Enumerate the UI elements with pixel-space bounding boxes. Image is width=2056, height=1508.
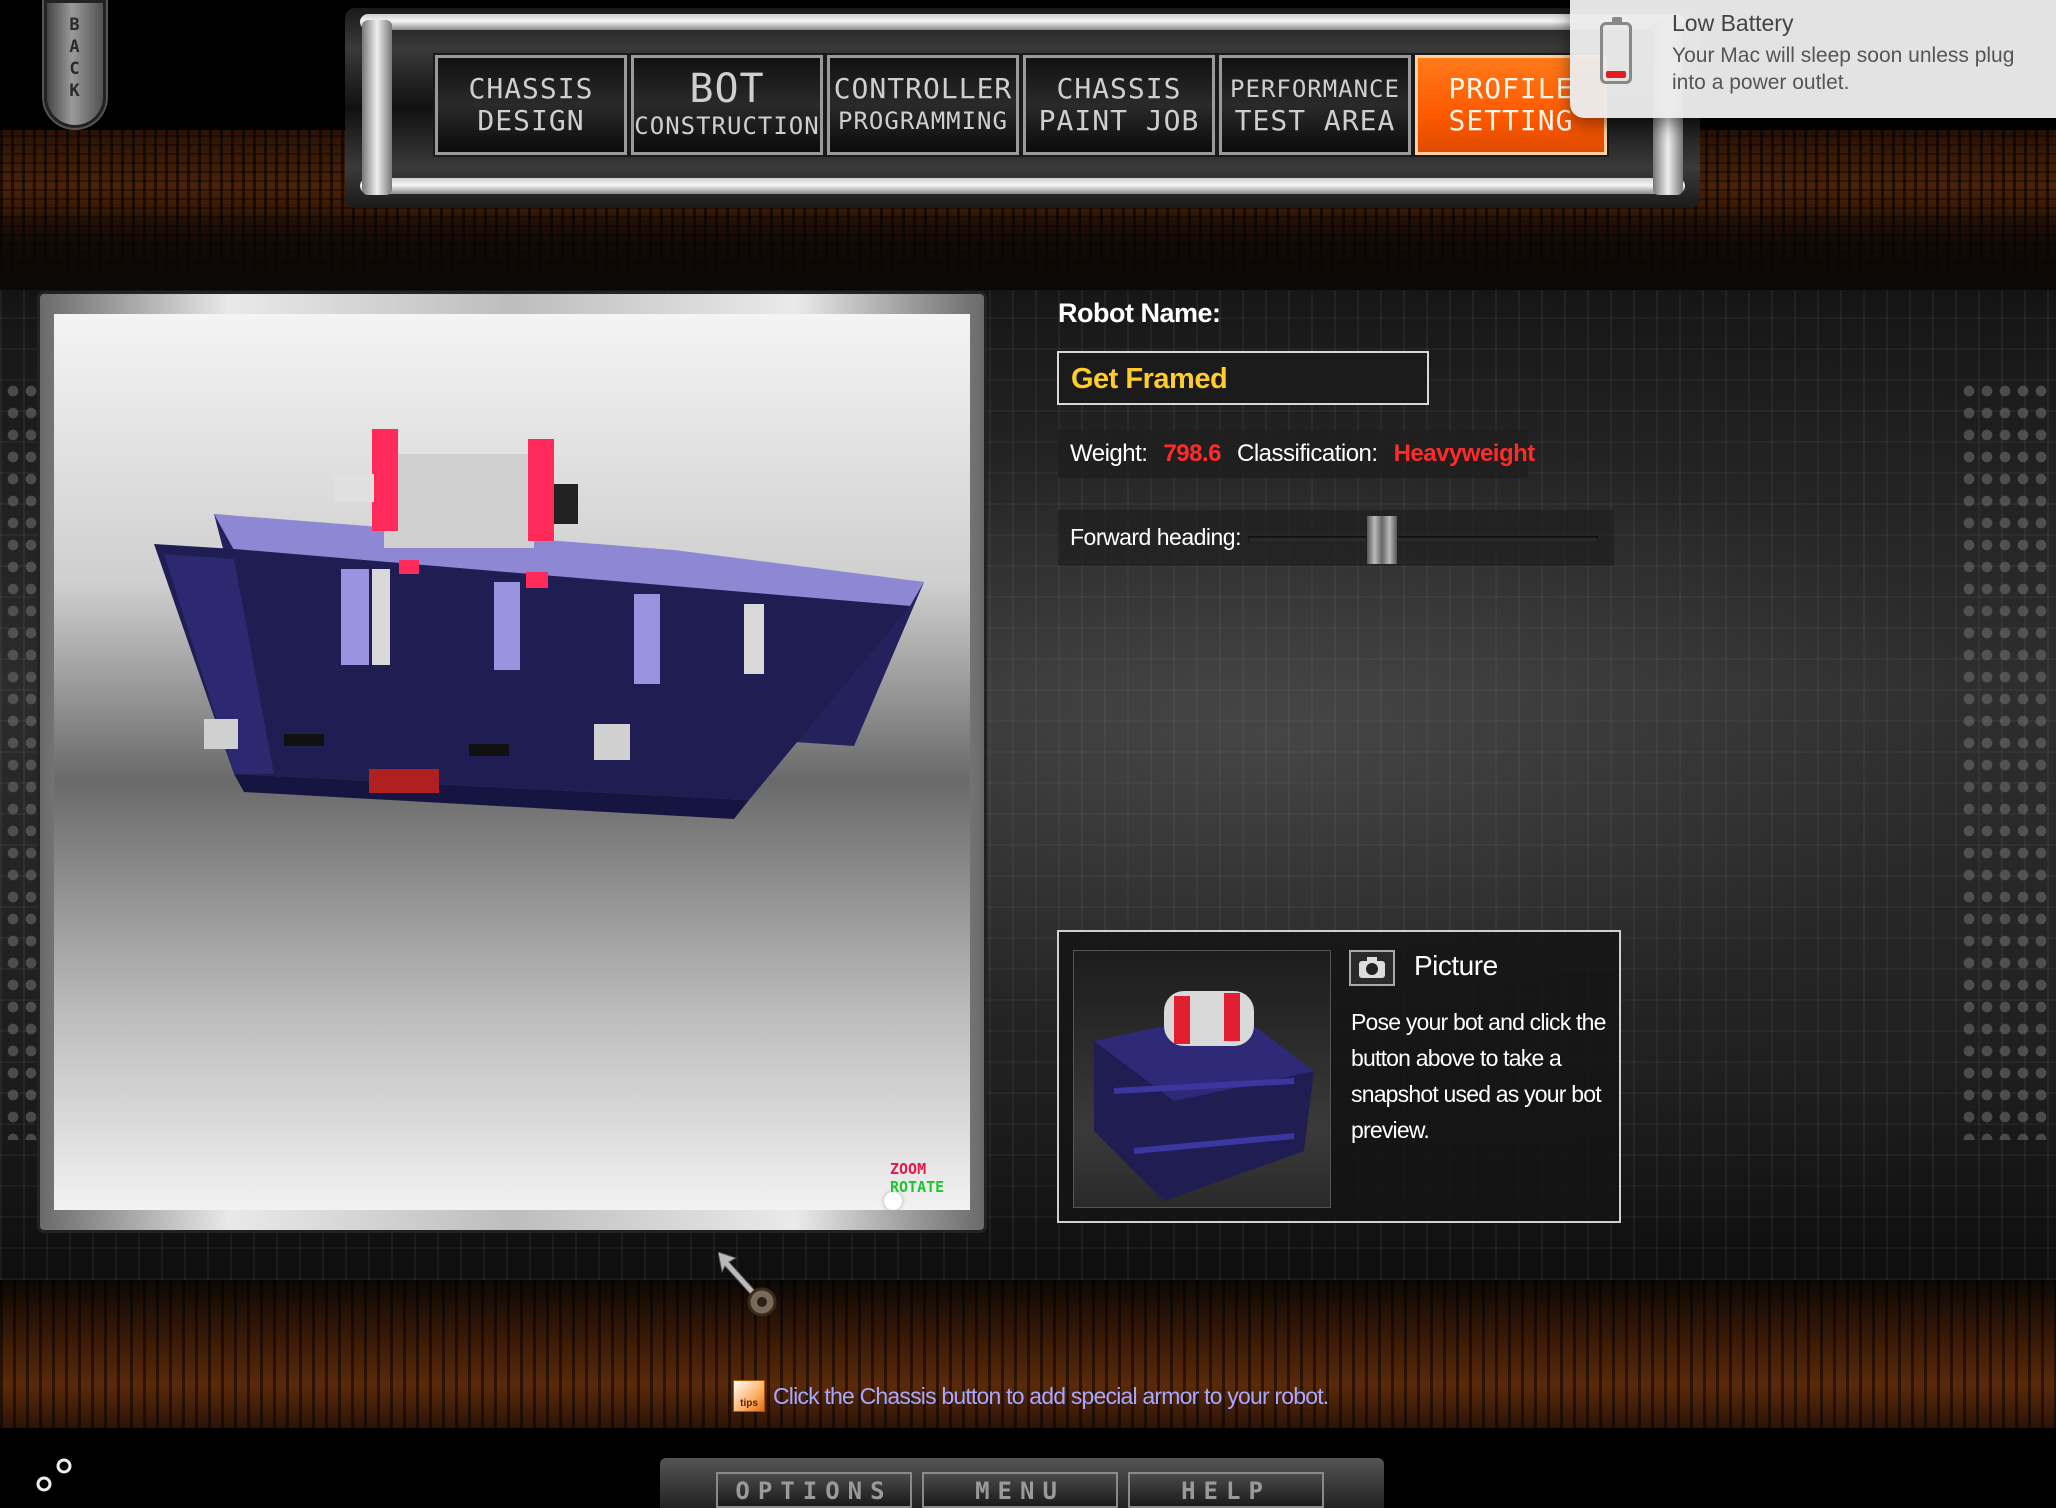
classification-label: Classification:	[1237, 440, 1378, 467]
tab-label-line1: CONTROLLER	[833, 72, 1013, 105]
tab-label-line2: TEST AREA	[1234, 104, 1396, 137]
nav-rail-bottom	[360, 178, 1685, 194]
picture-description: Pose your bot and click the button above…	[1351, 1009, 1606, 1143]
robot-axle-left	[334, 474, 374, 502]
tab-label-line1: PERFORMANCE	[1230, 75, 1400, 103]
frame-strut	[634, 594, 660, 684]
nav-side-bracket-left	[362, 20, 392, 195]
robot-gear-right	[554, 484, 578, 524]
robot-3d-viewport[interactable]	[54, 314, 970, 1210]
robot-drum-cap-left	[372, 429, 398, 531]
zoom-rotate-hint: ZOOM ROTATE	[890, 1160, 944, 1196]
robot-name-label: Robot Name:	[1058, 298, 1221, 328]
gear-cursor-icon	[718, 1252, 777, 1317]
robot-front-block	[204, 719, 238, 749]
battery-level-fill	[1606, 71, 1626, 78]
robot-front-slot	[469, 744, 509, 756]
picture-panel: Picture Pose your bot and click the butt…	[1057, 930, 1621, 1223]
robot-drum	[384, 454, 534, 548]
top-nav-tabs: CHASSIS DESIGN BOT CONSTRUCTION CONTROLL…	[433, 53, 1611, 157]
tab-bot-construction[interactable]: BOT CONSTRUCTION	[629, 53, 825, 157]
back-button-label: B A C K	[69, 15, 81, 101]
zoom-hint-label: ZOOM	[890, 1160, 927, 1178]
circuit-dots-right	[1960, 380, 2050, 1140]
picture-title: Picture	[1414, 950, 1498, 981]
tab-label-line1: CHASSIS	[468, 72, 594, 105]
notification-body-line1: Your Mac will sleep soon unless plug	[1672, 44, 2015, 67]
tab-label-line1: PROFILE	[1448, 72, 1574, 105]
robot-front-block	[594, 724, 630, 760]
robot-snapshot-preview	[1073, 950, 1331, 1208]
menu-button[interactable]: MENU	[922, 1472, 1118, 1508]
tab-label-line1: CHASSIS	[1056, 72, 1182, 105]
tab-chassis-design[interactable]: CHASSIS DESIGN	[433, 53, 629, 157]
forward-heading-slider[interactable]	[1248, 515, 1598, 565]
frame-strut	[372, 569, 390, 665]
tab-performance-test-area[interactable]: PERFORMANCE TEST AREA	[1217, 53, 1413, 157]
options-button[interactable]: OPTIONS	[716, 1472, 912, 1508]
battery-icon	[1600, 17, 1632, 84]
frame-strut	[744, 604, 764, 674]
loading-spinner-icon	[36, 1458, 72, 1492]
weight-value: 798.6	[1163, 440, 1221, 467]
tab-label-line2: PAINT JOB	[1038, 104, 1200, 137]
tip-bar: tips Click the Chassis button to add spe…	[733, 1380, 1329, 1412]
forward-heading-row: Forward heading:	[1058, 510, 1614, 566]
circuit-dots-left	[4, 380, 44, 1140]
robot-snapshot-image	[1094, 991, 1314, 1201]
tab-chassis-paint-job[interactable]: CHASSIS PAINT JOB	[1021, 53, 1217, 157]
robot-stats-row: Weight: 798.6 Classification: Heavyweigh…	[1058, 430, 1535, 478]
robot-drum-cap-right	[528, 439, 554, 541]
forward-heading-slider-thumb[interactable]	[1366, 515, 1398, 565]
tip-text: Click the Chassis button to add special …	[773, 1382, 1329, 1409]
robot-3d-model	[154, 429, 924, 819]
robot-red-part	[399, 560, 419, 574]
classification-value: Heavyweight	[1393, 440, 1536, 467]
tab-label-line2: SETTING	[1448, 104, 1574, 137]
frame-strut	[341, 569, 369, 665]
dark-band	[0, 215, 2056, 290]
tab-label-line2: CONSTRUCTION	[634, 112, 820, 140]
robot-name-input[interactable]: Get Framed	[1057, 351, 1429, 405]
nav-rail-top	[360, 14, 1685, 30]
notification-title: Low Battery	[1672, 10, 1794, 36]
tab-label-line1: BOT	[689, 66, 765, 112]
robot-red-part	[526, 572, 548, 588]
robot-red-panel	[369, 769, 439, 793]
tab-label-line2: PROGRAMMING	[838, 107, 1008, 135]
robot-front-slot	[284, 734, 324, 746]
tips-icon: tips	[733, 1380, 765, 1412]
weight-label: Weight:	[1070, 440, 1148, 467]
low-battery-notification[interactable]: Low Battery Your Mac will sleep soon unl…	[1570, 0, 2056, 118]
take-snapshot-button[interactable]	[1349, 950, 1395, 986]
zoom-rotate-handle[interactable]	[884, 1192, 902, 1210]
tab-controller-programming[interactable]: CONTROLLER PROGRAMMING	[825, 53, 1021, 157]
notification-body: Your Mac will sleep soon unless plug int…	[1672, 42, 2052, 96]
frame-strut	[494, 582, 520, 670]
forward-heading-label: Forward heading:	[1070, 524, 1242, 550]
tab-label-line2: DESIGN	[477, 104, 585, 137]
back-button[interactable]: B A C K	[44, 0, 106, 128]
camera-icon	[1359, 957, 1385, 978]
notification-body-line2: into a power outlet.	[1672, 71, 1850, 94]
help-button[interactable]: HELP	[1128, 1472, 1324, 1508]
